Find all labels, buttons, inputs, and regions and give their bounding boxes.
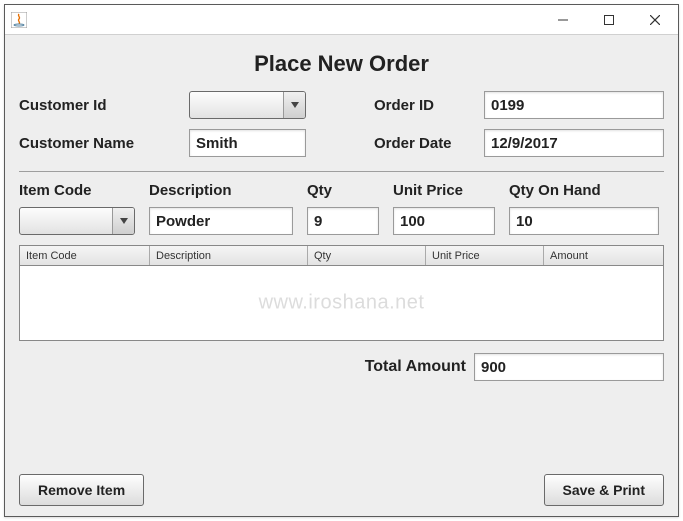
maximize-button[interactable] <box>586 5 632 34</box>
minimize-icon <box>558 15 568 25</box>
chevron-down-icon <box>112 208 134 234</box>
customer-id-value <box>190 92 283 118</box>
order-date-field[interactable]: 12/9/2017 <box>484 129 664 157</box>
qty-field[interactable]: 9 <box>307 207 379 235</box>
customer-id-combo[interactable] <box>189 91 306 119</box>
total-amount-field[interactable]: 900 <box>474 353 664 381</box>
item-code-header: Item Code <box>19 182 149 199</box>
minimize-button[interactable] <box>540 5 586 34</box>
description-header: Description <box>149 182 307 199</box>
total-row: Total Amount 900 <box>19 353 664 381</box>
content-area: Place New Order Customer Id Order ID 019… <box>5 35 678 516</box>
item-code-value <box>20 208 112 234</box>
th-description[interactable]: Description <box>150 246 308 265</box>
watermark-text: www.iroshana.net <box>259 292 425 315</box>
customer-name-label: Customer Name <box>19 135 189 152</box>
maximize-icon <box>604 15 614 25</box>
order-id-field[interactable]: 0199 <box>484 91 664 119</box>
items-table: Item Code Description Qty Unit Price Amo… <box>19 245 664 341</box>
chevron-down-icon <box>283 92 305 118</box>
unit-price-field[interactable]: 100 <box>393 207 495 235</box>
row-name-date: Customer Name Smith Order Date 12/9/2017 <box>19 129 664 157</box>
item-header-row: Item Code Description Qty Unit Price Qty… <box>19 182 664 199</box>
table-body[interactable]: www.iroshana.net <box>20 266 663 340</box>
qty-header: Qty <box>307 182 393 199</box>
row-customer-order: Customer Id Order ID 0199 <box>19 91 664 119</box>
order-date-label: Order Date <box>374 135 484 152</box>
titlebar <box>5 5 678 35</box>
customer-name-field[interactable]: Smith <box>189 129 306 157</box>
divider <box>19 171 664 172</box>
java-icon <box>11 12 27 28</box>
item-code-combo[interactable] <box>19 207 135 235</box>
save-print-button[interactable]: Save & Print <box>544 474 664 506</box>
window-controls <box>540 5 678 34</box>
remove-item-button[interactable]: Remove Item <box>19 474 144 506</box>
th-item-code[interactable]: Item Code <box>20 246 150 265</box>
app-window: Place New Order Customer Id Order ID 019… <box>4 4 679 517</box>
description-field[interactable]: Powder <box>149 207 293 235</box>
unit-price-header: Unit Price <box>393 182 509 199</box>
qty-on-hand-header: Qty On Hand <box>509 182 659 199</box>
table-header: Item Code Description Qty Unit Price Amo… <box>20 246 663 266</box>
order-id-label: Order ID <box>374 97 484 114</box>
th-unit-price[interactable]: Unit Price <box>426 246 544 265</box>
customer-id-label: Customer Id <box>19 97 189 114</box>
close-button[interactable] <box>632 5 678 34</box>
item-entry-row: Powder 9 100 10 <box>19 207 664 235</box>
page-title: Place New Order <box>19 51 664 77</box>
th-amount[interactable]: Amount <box>544 246 663 265</box>
button-row: Remove Item Save & Print <box>19 474 664 506</box>
close-icon <box>650 15 660 25</box>
qty-on-hand-field[interactable]: 10 <box>509 207 659 235</box>
th-qty[interactable]: Qty <box>308 246 426 265</box>
total-amount-label: Total Amount <box>365 358 466 376</box>
